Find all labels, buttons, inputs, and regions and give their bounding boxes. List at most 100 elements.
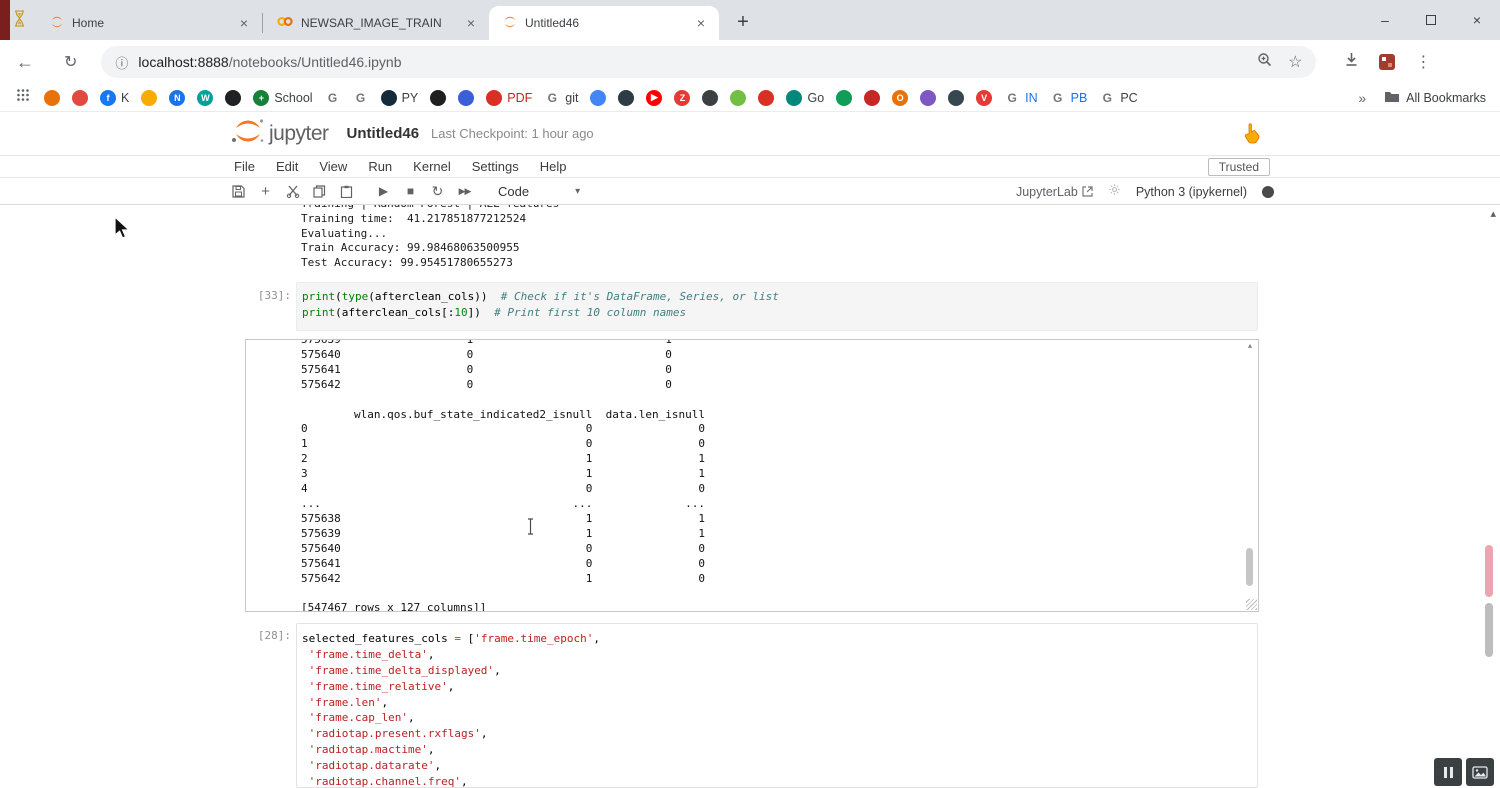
bookmark-item[interactable]: PY xyxy=(381,90,419,106)
paste-cell-icon[interactable] xyxy=(339,185,354,198)
bookmark-item[interactable]: Ggit xyxy=(544,90,578,106)
bookmark-item[interactable] xyxy=(618,90,634,106)
bookmark-item[interactable] xyxy=(44,90,60,106)
scrollbar-marker[interactable] xyxy=(1485,545,1493,597)
screenshot-button[interactable] xyxy=(1466,758,1494,786)
code-cell-33-input[interactable]: print(type(afterclean_cols)) # Check if … xyxy=(296,282,1258,331)
bookmark-item[interactable]: GIN xyxy=(1004,90,1038,106)
bookmark-label: PB xyxy=(1071,91,1088,105)
bookmark-item[interactable]: +School xyxy=(253,90,312,106)
bookmark-item[interactable] xyxy=(948,90,964,106)
output-scrollbar-thumb[interactable] xyxy=(1246,548,1253,586)
bookmark-item[interactable]: O xyxy=(892,90,908,106)
bookmark-item[interactable]: Z xyxy=(674,90,690,106)
cell-output-area[interactable]: 575639 1 1 575640 0 0 575641 0 0 575642 … xyxy=(245,339,1259,612)
cut-cell-icon[interactable] xyxy=(285,184,300,198)
tab-untitled46[interactable]: Untitled46 × xyxy=(489,6,719,40)
new-tab-button[interactable]: + xyxy=(731,11,755,34)
bookmark-item[interactable]: N xyxy=(169,90,185,106)
chevron-down-icon[interactable]: ▾ xyxy=(575,186,580,197)
bookmark-item[interactable]: G xyxy=(353,90,369,106)
bookmarks-overflow-icon[interactable]: » xyxy=(1358,90,1366,106)
zoom-icon[interactable] xyxy=(1257,52,1272,72)
bookmark-item[interactable]: V xyxy=(976,90,992,106)
reload-button[interactable]: ↻ xyxy=(64,52,77,72)
bookmark-item[interactable]: Go xyxy=(786,90,824,106)
window-minimize-button[interactable]: – xyxy=(1362,0,1408,40)
output-scrollbar[interactable]: ▴ xyxy=(1244,341,1256,609)
bookmark-item[interactable] xyxy=(758,90,774,106)
browser-tab-strip: Home × NEWSAR_IMAGE_TRAIN × Untitled46 ×… xyxy=(0,0,1500,40)
scroll-up-icon[interactable]: ▴ xyxy=(1244,341,1256,350)
tab-close-icon[interactable]: × xyxy=(693,15,709,31)
jupyterlab-link[interactable]: JupyterLab xyxy=(1016,185,1093,199)
kernel-name[interactable]: Python 3 (ipykernel) xyxy=(1136,185,1247,199)
bookmark-item[interactable] xyxy=(730,90,746,106)
save-icon[interactable] xyxy=(231,185,246,198)
menu-kernel[interactable]: Kernel xyxy=(413,159,451,174)
menu-file[interactable]: File xyxy=(234,159,255,174)
output-resize-handle[interactable] xyxy=(1246,599,1257,610)
tab-close-icon[interactable]: × xyxy=(463,15,479,31)
bookmark-item[interactable] xyxy=(864,90,880,106)
bookmark-favicon: f xyxy=(100,90,116,106)
bookmark-item[interactable] xyxy=(141,90,157,106)
jupyter-favicon xyxy=(50,15,64,32)
window-close-button[interactable]: × xyxy=(1454,0,1500,40)
menu-help[interactable]: Help xyxy=(540,159,567,174)
menu-run[interactable]: Run xyxy=(368,159,392,174)
menu-settings[interactable]: Settings xyxy=(472,159,519,174)
notebook-menubar: File Edit View Run Kernel Settings Help … xyxy=(0,155,1500,178)
menu-edit[interactable]: Edit xyxy=(276,159,298,174)
run-cell-icon[interactable]: ▶ xyxy=(376,184,391,198)
pause-button[interactable] xyxy=(1434,758,1462,786)
site-info-icon[interactable]: ⓘ xyxy=(115,53,128,72)
window-maximize-button[interactable] xyxy=(1408,0,1454,40)
code-cell-28-input[interactable]: selected_features_cols = ['frame.time_ep… xyxy=(296,623,1258,788)
menu-view[interactable]: View xyxy=(319,159,347,174)
tab-newsar-image-train[interactable]: NEWSAR_IMAGE_TRAIN × xyxy=(263,6,489,40)
download-icon[interactable] xyxy=(1344,52,1359,72)
back-button[interactable]: ← xyxy=(16,52,34,73)
bookmark-favicon xyxy=(702,90,718,106)
bookmark-item[interactable]: G xyxy=(325,90,341,106)
restart-kernel-icon[interactable]: ↻ xyxy=(430,183,445,200)
restart-run-all-icon[interactable]: ▶▶ xyxy=(457,186,472,197)
bookmark-item[interactable]: GPB xyxy=(1050,90,1088,106)
bookmark-item[interactable] xyxy=(590,90,606,106)
bookmark-item[interactable] xyxy=(225,90,241,106)
bookmark-favicon xyxy=(44,90,60,106)
copy-cell-icon[interactable] xyxy=(312,185,327,198)
bookmark-item[interactable]: fK xyxy=(100,90,129,106)
page-scrollbar-thumb[interactable] xyxy=(1485,603,1493,657)
bookmark-item[interactable] xyxy=(920,90,936,106)
bookmark-item[interactable]: GPC xyxy=(1099,90,1137,106)
bookmark-favicon: + xyxy=(253,90,269,106)
bookmark-star-icon[interactable]: ☆ xyxy=(1288,52,1302,72)
address-bar[interactable]: ⓘ localhost:8888/notebooks/Untitled46.ip… xyxy=(101,46,1316,78)
extension-icon[interactable] xyxy=(1379,54,1395,70)
stop-kernel-icon[interactable]: ■ xyxy=(403,184,418,198)
gear-icon[interactable] xyxy=(1108,183,1121,201)
screen: Home × NEWSAR_IMAGE_TRAIN × Untitled46 ×… xyxy=(0,0,1500,788)
browser-menu-icon[interactable]: ⋮ xyxy=(1415,52,1431,72)
add-cell-icon[interactable]: + xyxy=(258,183,273,200)
bookmark-item[interactable]: ▶ xyxy=(646,90,662,106)
notebook-title[interactable]: Untitled46 xyxy=(347,125,420,142)
page-scroll-up-icon[interactable]: ▴ xyxy=(1490,207,1496,220)
bookmark-item[interactable]: PDF xyxy=(486,90,532,106)
cell-type-dropdown[interactable]: Code xyxy=(498,184,529,199)
bookmark-item[interactable] xyxy=(836,90,852,106)
bookmark-favicon xyxy=(486,90,502,106)
bookmark-item[interactable] xyxy=(72,90,88,106)
bookmark-item[interactable] xyxy=(458,90,474,106)
trusted-button[interactable]: Trusted xyxy=(1208,158,1270,176)
bookmark-item[interactable] xyxy=(702,90,718,106)
bookmark-item[interactable]: W xyxy=(197,90,213,106)
jupyter-brand-text[interactable]: jupyter xyxy=(269,122,329,146)
tab-home[interactable]: Home × xyxy=(36,6,262,40)
all-bookmarks-button[interactable]: All Bookmarks xyxy=(1384,90,1486,106)
apps-grid-icon[interactable] xyxy=(16,88,30,107)
tab-close-icon[interactable]: × xyxy=(236,15,252,31)
bookmark-item[interactable] xyxy=(430,90,446,106)
